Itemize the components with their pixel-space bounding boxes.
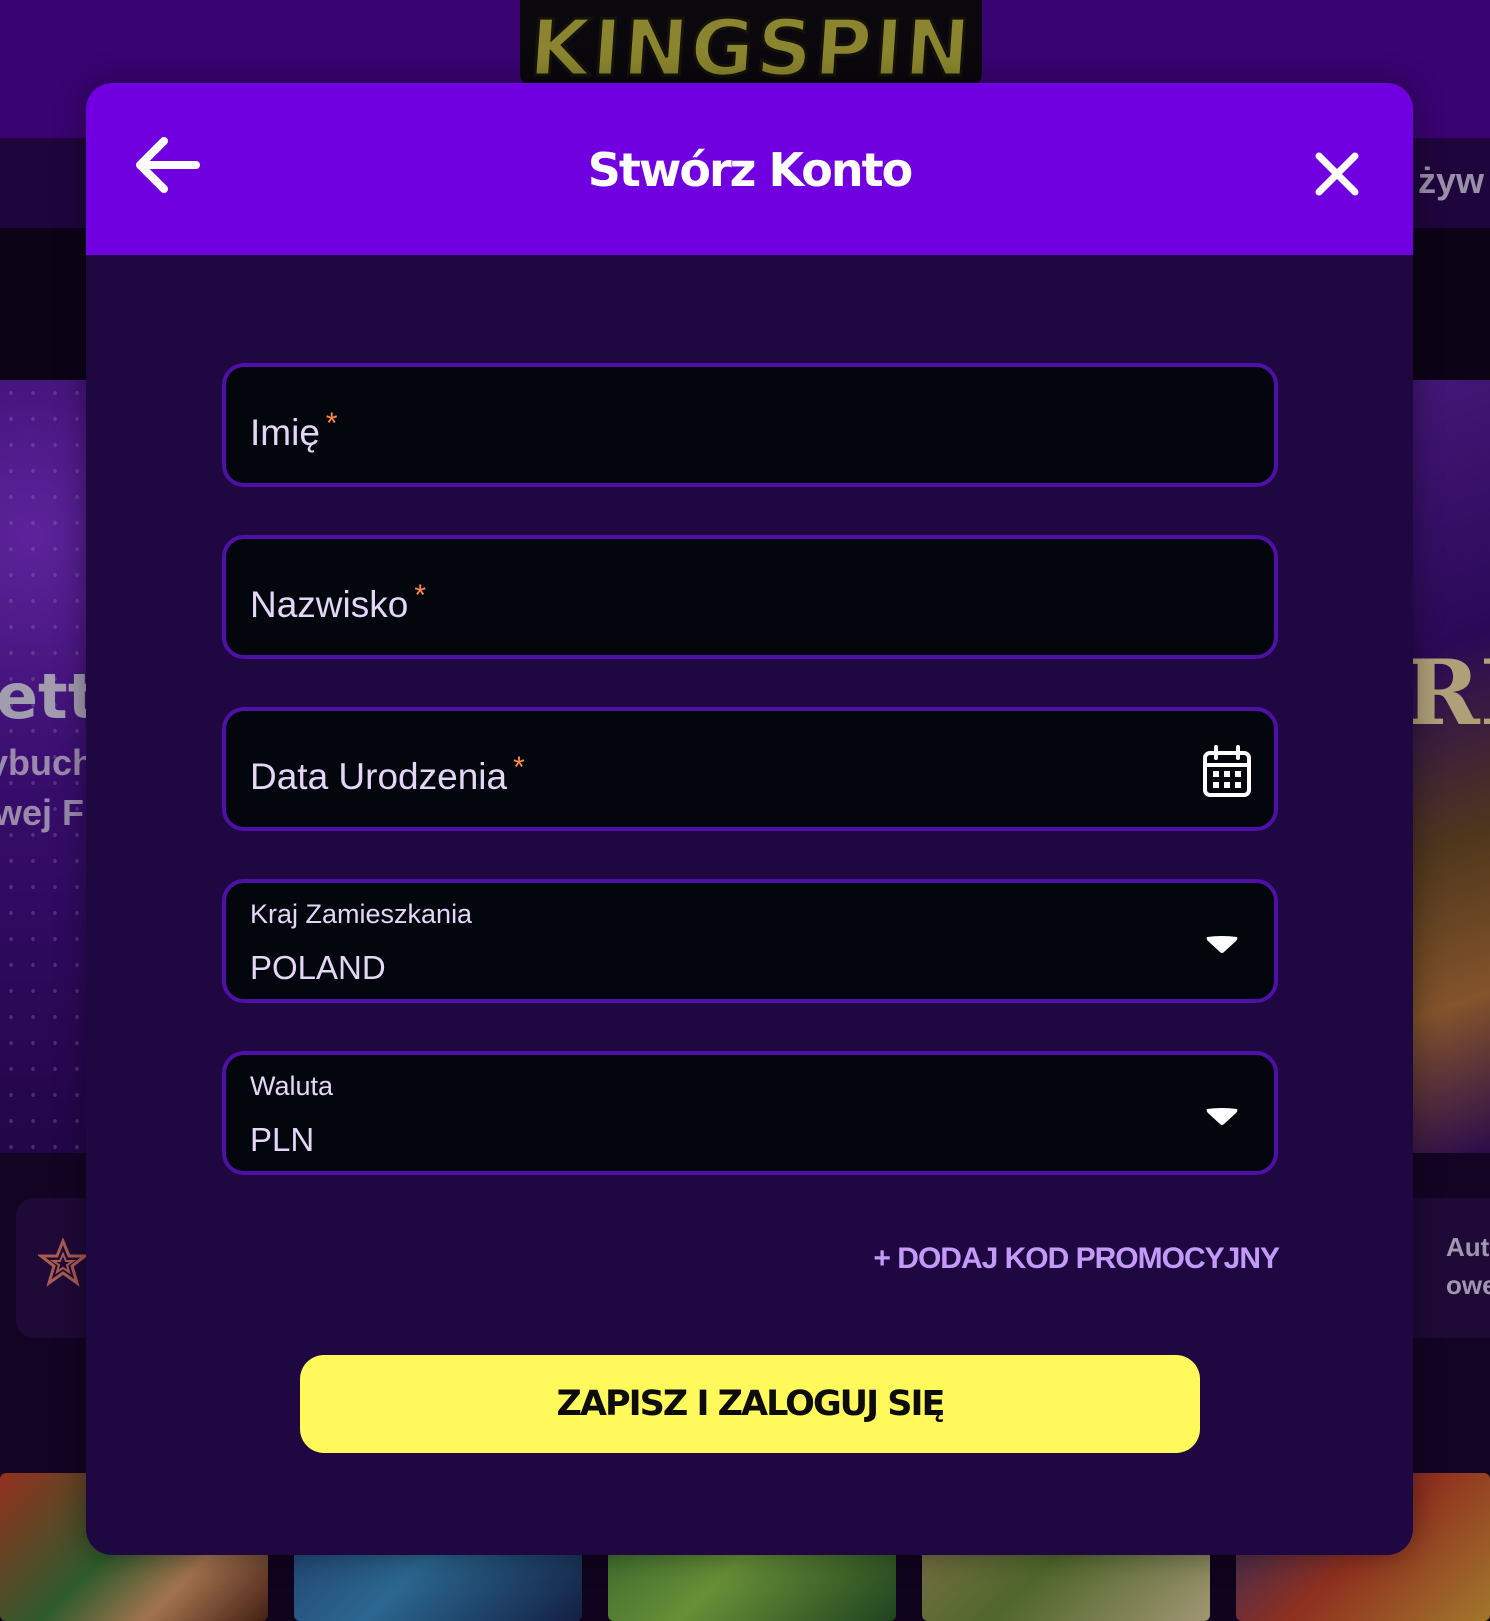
country-select[interactable]: Kraj Zamieszkania POLAND	[222, 879, 1278, 1003]
currency-select[interactable]: Waluta PLN	[222, 1051, 1278, 1175]
chevron-down-icon[interactable]	[1204, 1105, 1240, 1127]
last-name-field[interactable]: Nazwisko *	[222, 535, 1278, 659]
currency-label: Waluta	[250, 1071, 334, 1101]
country-label: Kraj Zamieszkania	[250, 899, 473, 929]
calendar-icon[interactable]	[1202, 745, 1252, 799]
close-icon[interactable]	[1314, 151, 1360, 197]
required-mark: *	[325, 407, 338, 440]
birth-date-field[interactable]: Data Urodzenia *	[222, 707, 1278, 831]
required-mark: *	[414, 579, 427, 612]
last-name-label: Nazwisko *	[250, 579, 427, 625]
save-and-login-button[interactable]: ZAPISZ I ZALOGUJ SIĘ	[300, 1355, 1200, 1453]
chevron-down-icon[interactable]	[1204, 933, 1240, 955]
first-name-label: Imię *	[250, 407, 338, 453]
first-name-field[interactable]: Imię *	[222, 363, 1278, 487]
currency-value: PLN	[250, 1121, 315, 1158]
modal-header: Stwórz Konto	[86, 83, 1413, 255]
create-account-modal: Stwórz Konto Imię * Nazwisko * Data Urodze…	[86, 83, 1413, 1555]
modal-title: Stwórz Konto	[587, 143, 913, 197]
birth-date-label: Data Urodzenia *	[250, 751, 525, 797]
required-mark: *	[513, 751, 525, 784]
country-value: POLAND	[250, 949, 386, 986]
add-promo-code-link[interactable]: + DODAJ KOD PROMOCYJNY	[873, 1242, 1280, 1276]
